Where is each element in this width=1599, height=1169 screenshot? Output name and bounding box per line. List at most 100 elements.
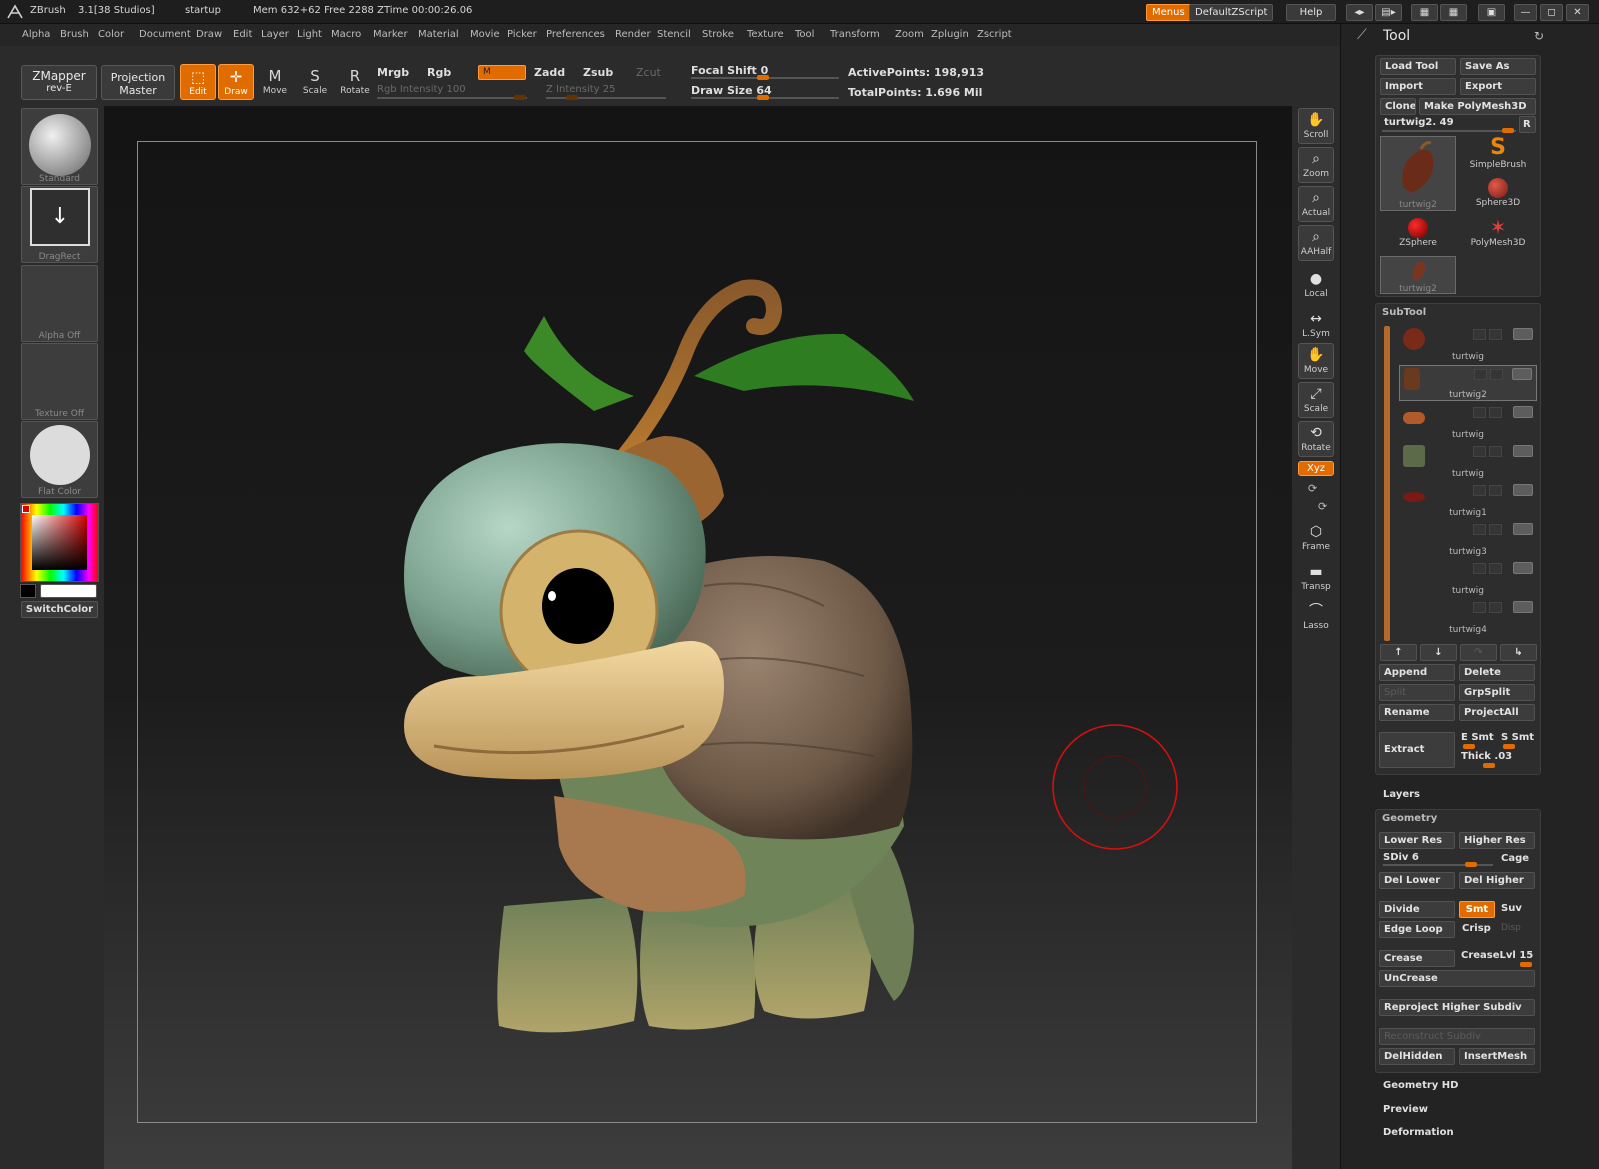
menu-layer[interactable]: Layer xyxy=(261,29,289,40)
menu-picker[interactable]: Picker xyxy=(507,29,537,40)
refresh-icon[interactable]: ↻ xyxy=(1534,29,1544,43)
maximize-icon[interactable]: ◻ xyxy=(1540,4,1563,21)
menu-zscript[interactable]: Zscript xyxy=(977,29,1012,40)
subtool-row-4[interactable]: turtwig xyxy=(1399,443,1537,479)
move-view-button[interactable]: ✋ Move xyxy=(1298,343,1334,379)
eye-icon[interactable] xyxy=(1512,368,1532,380)
frame-button[interactable]: ⬡ Frame xyxy=(1298,521,1334,557)
actual-button[interactable]: ⌕ Actual xyxy=(1298,186,1334,222)
lock-icon[interactable]: ▣ xyxy=(1478,4,1505,21)
brush-selector[interactable]: Standard xyxy=(21,108,98,185)
suv-toggle[interactable]: Suv xyxy=(1501,903,1522,914)
main-color-swatch[interactable] xyxy=(22,505,30,513)
move-subtool-up-button[interactable]: ↑ xyxy=(1380,644,1417,661)
eye-icon[interactable] xyxy=(1513,562,1533,574)
tool-thumb-turtwig2[interactable]: turtwig2 xyxy=(1380,136,1456,211)
scroll-button[interactable]: ✋ Scroll xyxy=(1298,108,1334,144)
projection-master-button[interactable]: Projection Master xyxy=(101,65,175,100)
crease-level-slider[interactable]: CreaseLvl 15 xyxy=(1461,950,1533,961)
menu-draw[interactable]: Draw xyxy=(196,29,222,40)
zsub-toggle[interactable]: Zsub xyxy=(583,66,613,79)
subtool-row-3[interactable]: turtwig xyxy=(1399,404,1537,440)
crease-button[interactable]: Crease xyxy=(1379,950,1455,967)
focal-shift-knob[interactable] xyxy=(757,75,769,80)
edit-mode-button[interactable]: ⬚ Edit xyxy=(180,64,216,100)
reset-tool-button[interactable]: R xyxy=(1519,116,1536,133)
crease-level-knob[interactable] xyxy=(1520,962,1532,967)
delete-button[interactable]: Delete xyxy=(1459,664,1535,681)
subtool-row-8[interactable]: turtwig4 xyxy=(1399,599,1537,635)
menu-stroke[interactable]: Stroke xyxy=(702,29,734,40)
local-button[interactable]: ● Local xyxy=(1298,268,1334,304)
menu-macro[interactable]: Macro xyxy=(331,29,361,40)
lsym-button[interactable]: ↔ L.Sym xyxy=(1298,308,1334,344)
draw-mode-button[interactable]: ✛ Draw xyxy=(218,64,254,100)
zoom-button[interactable]: ⌕ Zoom xyxy=(1298,147,1334,183)
layout-left-icon[interactable]: ▦ xyxy=(1411,4,1438,21)
expand-tray-icon[interactable]: ▤▸ xyxy=(1375,4,1402,21)
subtool-redo-icon[interactable]: ↷ xyxy=(1460,644,1497,661)
m-toggle[interactable]: M xyxy=(478,65,526,80)
subtool-scrollbar[interactable] xyxy=(1384,326,1390,641)
menu-render[interactable]: Render xyxy=(615,29,651,40)
switch-color-button[interactable]: SwitchColor xyxy=(21,601,98,618)
zadd-toggle[interactable]: Zadd xyxy=(534,66,565,79)
rotate-view-button[interactable]: ⟲ Rotate xyxy=(1298,421,1334,457)
smt-toggle[interactable]: Smt xyxy=(1459,901,1495,918)
rgb-intensity-track[interactable] xyxy=(377,97,527,99)
stroke-selector[interactable]: ↓ DragRect xyxy=(21,186,98,263)
crisp-toggle[interactable]: Crisp xyxy=(1462,923,1491,934)
reconstruct-subdiv-button[interactable]: Reconstruct Subdiv xyxy=(1379,1028,1535,1045)
thick-slider[interactable]: Thick .03 xyxy=(1461,751,1512,762)
append-button[interactable]: Append xyxy=(1379,664,1455,681)
z-intensity-knob[interactable] xyxy=(566,95,578,100)
edge-loop-button[interactable]: Edge Loop xyxy=(1379,921,1455,938)
move-subtool-down-button[interactable]: ↓ xyxy=(1420,644,1457,661)
rgb-toggle[interactable]: Rgb xyxy=(427,66,451,79)
z-intensity-track[interactable] xyxy=(546,97,666,99)
tool-thumb-zsphere[interactable]: ZSphere xyxy=(1380,216,1456,254)
projectall-button[interactable]: ProjectAll xyxy=(1459,704,1535,721)
aahalf-button[interactable]: ⌕ AAHalf xyxy=(1298,225,1334,261)
menu-zoom[interactable]: Zoom xyxy=(895,29,924,40)
menu-alpha[interactable]: Alpha xyxy=(22,29,50,40)
disp-slider[interactable]: Disp xyxy=(1501,923,1521,933)
menu-edit[interactable]: Edit xyxy=(233,29,252,40)
menu-texture[interactable]: Texture xyxy=(747,29,784,40)
tool-thumb-polymesh3d[interactable]: ✶ PolyMesh3D xyxy=(1460,216,1536,254)
tool-thumb-simplebrush[interactable]: S SimpleBrush xyxy=(1460,136,1536,174)
s-smt-slider[interactable]: S Smt xyxy=(1501,732,1534,743)
s-smt-knob[interactable] xyxy=(1503,744,1515,749)
secondary-color-swatch[interactable] xyxy=(20,584,36,598)
subtool-row-1[interactable]: turtwig xyxy=(1399,326,1537,362)
rename-button[interactable]: Rename xyxy=(1379,704,1455,721)
zcut-toggle[interactable]: Zcut xyxy=(636,66,661,79)
minimize-icon[interactable]: — xyxy=(1514,4,1537,21)
rgb-intensity-knob[interactable] xyxy=(514,95,526,100)
sdiv-knob[interactable] xyxy=(1465,862,1477,867)
close-icon[interactable]: ✕ xyxy=(1566,4,1589,21)
scale-view-button[interactable]: ⤢ Scale xyxy=(1298,382,1334,418)
color-picker-square[interactable] xyxy=(32,515,87,570)
e-smt-slider[interactable]: E Smt xyxy=(1461,732,1494,743)
menu-brush[interactable]: Brush xyxy=(60,29,89,40)
eye-icon[interactable] xyxy=(1513,406,1533,418)
current-tool-knob[interactable] xyxy=(1502,128,1514,133)
menu-transform[interactable]: Transform xyxy=(830,29,880,40)
eye-icon[interactable] xyxy=(1513,601,1533,613)
menu-zplugin[interactable]: Zplugin xyxy=(931,29,969,40)
rgb-intensity-slider[interactable]: Rgb Intensity 100 xyxy=(377,84,466,95)
lower-res-button[interactable]: Lower Res xyxy=(1379,832,1455,849)
eye-icon[interactable] xyxy=(1513,523,1533,535)
material-selector[interactable]: Flat Color xyxy=(21,421,98,498)
extract-button[interactable]: Extract xyxy=(1379,732,1455,768)
scale-mode-button[interactable]: S Scale xyxy=(297,64,333,100)
higher-res-button[interactable]: Higher Res xyxy=(1459,832,1535,849)
mrgb-toggle[interactable]: Mrgb xyxy=(377,66,409,79)
e-smt-knob[interactable] xyxy=(1463,744,1475,749)
menu-movie[interactable]: Movie xyxy=(470,29,500,40)
zmapper-button[interactable]: ZMapper rev-E xyxy=(21,65,97,100)
menu-stencil[interactable]: Stencil xyxy=(657,29,691,40)
z-intensity-slider[interactable]: Z Intensity 25 xyxy=(546,84,615,95)
pin-icon[interactable]: ⟋ xyxy=(1357,27,1367,43)
